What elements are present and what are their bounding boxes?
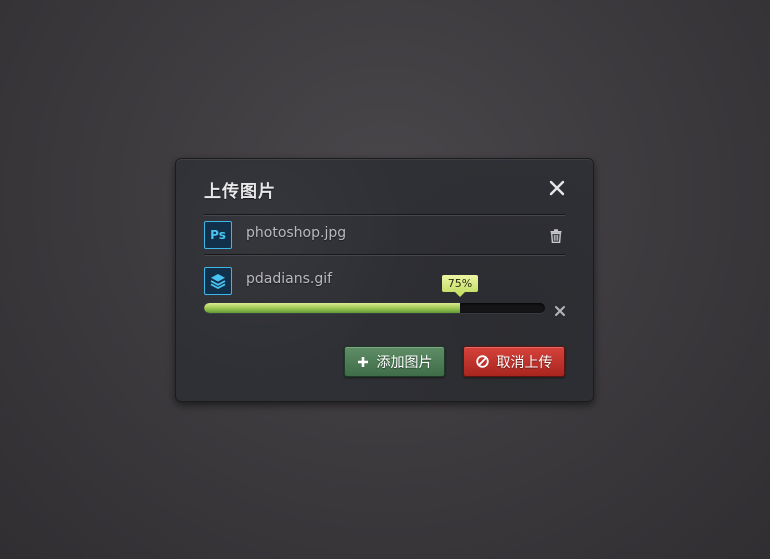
add-image-label: 添加图片 — [376, 354, 433, 371]
photoshop-icon: Ps — [204, 221, 232, 249]
file-name: photoshop.jpg — [246, 225, 347, 241]
file-item: Ps photoshop.jpg — [204, 221, 565, 249]
file-item: pdadians.gif — [204, 267, 565, 295]
layers-icon — [204, 267, 232, 295]
photoshop-icon-text: Ps — [210, 228, 226, 242]
upload-dialog: 上传图片 Ps photoshop.jpg pdadians.gif 75% 添… — [175, 158, 594, 402]
cancel-x-icon[interactable] — [554, 302, 566, 316]
prohibited-icon — [475, 355, 489, 368]
plus-icon — [357, 356, 369, 368]
divider-middle — [204, 254, 565, 256]
trash-icon[interactable] — [550, 228, 562, 243]
progress-label: 75% — [442, 275, 478, 297]
progress-fill — [204, 303, 460, 313]
cancel-upload-label: 取消上传 — [496, 354, 553, 371]
progress-track — [204, 303, 545, 313]
upload-progress: 75% — [204, 275, 545, 313]
dialog-title: 上传图片 — [204, 182, 276, 202]
file-name: pdadians.gif — [246, 271, 333, 287]
close-icon[interactable] — [548, 179, 566, 197]
divider-top — [204, 214, 565, 216]
cancel-upload-button[interactable]: 取消上传 — [463, 346, 565, 377]
add-image-button[interactable]: 添加图片 — [344, 346, 445, 377]
